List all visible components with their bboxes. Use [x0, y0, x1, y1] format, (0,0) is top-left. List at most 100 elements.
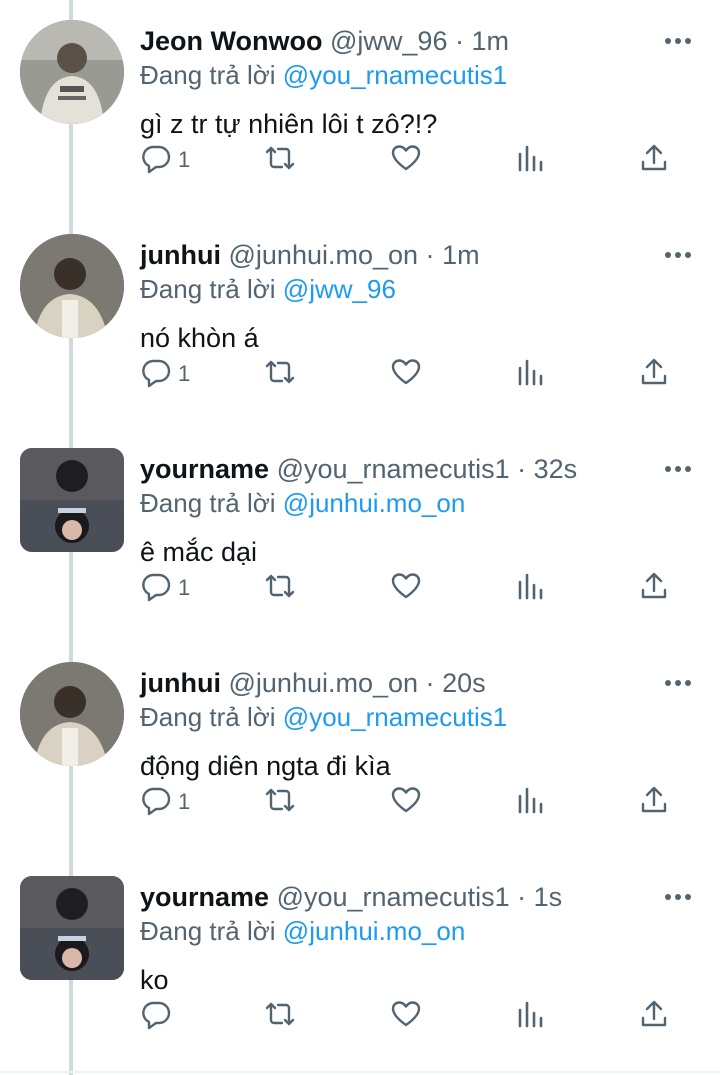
stats-bars-icon	[515, 570, 547, 607]
retweet-button[interactable]	[264, 354, 296, 394]
timestamp[interactable]: 32s	[534, 454, 578, 484]
avatar[interactable]	[20, 876, 124, 980]
retweet-button[interactable]	[264, 568, 296, 608]
user-handle[interactable]: @jww_96	[330, 26, 447, 56]
share-icon	[638, 570, 670, 607]
more-dots-icon[interactable]	[662, 248, 694, 260]
reply-bubble-icon	[140, 570, 172, 607]
like-button[interactable]	[390, 568, 422, 608]
separator-dot: ·	[425, 668, 435, 698]
separator-dot: ·	[425, 240, 435, 270]
retweet-icon	[264, 570, 296, 607]
replying-to-handle[interactable]: @you_rnamecutis1	[283, 60, 507, 90]
reply-button[interactable]: 1	[140, 354, 190, 394]
display-name[interactable]: yourname	[140, 882, 269, 912]
avatar[interactable]	[20, 448, 124, 552]
tweet-actions: 1	[140, 140, 700, 180]
tweet-text: nó khòn á	[140, 323, 259, 353]
heart-icon	[390, 998, 422, 1035]
replying-to-handle[interactable]: @you_rnamecutis1	[283, 702, 507, 732]
reply-count: 1	[178, 575, 191, 600]
reply-count: 1	[178, 789, 191, 814]
tweet-actions: 1	[140, 568, 700, 608]
reply-count: 1	[178, 361, 191, 386]
share-button[interactable]	[638, 996, 670, 1036]
display-name[interactable]: yourname	[140, 454, 269, 484]
replying-to: Đang trả lời @junhui.mo_on	[140, 914, 465, 948]
share-button[interactable]	[638, 140, 670, 180]
stats-bars-icon	[515, 998, 547, 1035]
avatar[interactable]	[20, 234, 124, 338]
separator-dot: ·	[454, 26, 464, 56]
share-icon	[638, 998, 670, 1035]
display-name[interactable]: junhui	[140, 240, 221, 270]
tweet[interactable]: yourname @you_rnamecutis1 · 32s Đang trả…	[0, 428, 720, 642]
timestamp[interactable]: 20s	[442, 668, 486, 698]
share-icon	[638, 784, 670, 821]
heart-icon	[390, 142, 422, 179]
replying-to-handle[interactable]: @junhui.mo_on	[283, 916, 466, 946]
avatar[interactable]	[20, 662, 124, 766]
tweet[interactable]: yourname @you_rnamecutis1 · 1s Đang trả …	[0, 856, 720, 1070]
heart-icon	[390, 784, 422, 821]
retweet-icon	[264, 998, 296, 1035]
replying-to: Đang trả lời @jww_96	[140, 272, 396, 306]
share-button[interactable]	[638, 782, 670, 822]
more-dots-icon[interactable]	[662, 890, 694, 902]
tweet[interactable]: junhui @junhui.mo_on · 20s Đang trả lời …	[0, 642, 720, 856]
like-button[interactable]	[390, 354, 422, 394]
retweet-button[interactable]	[264, 782, 296, 822]
replying-to: Đang trả lời @you_rnamecutis1	[140, 58, 507, 92]
separator-dot: ·	[517, 454, 527, 484]
retweet-button[interactable]	[264, 140, 296, 180]
more-dots-icon[interactable]	[662, 676, 694, 688]
tweet-text: ê mắc dại	[140, 537, 258, 567]
tweet-actions	[140, 996, 700, 1036]
stats-button[interactable]	[515, 354, 547, 394]
tweet-text: động diên ngta đi kìa	[140, 751, 391, 781]
heart-icon	[390, 570, 422, 607]
retweet-icon	[264, 142, 296, 179]
reply-count: 1	[178, 147, 191, 172]
stats-button[interactable]	[515, 996, 547, 1036]
retweet-button[interactable]	[264, 996, 296, 1036]
stats-bars-icon	[515, 356, 547, 393]
replying-to-label: Đang trả lời	[140, 702, 276, 732]
replying-to-handle[interactable]: @junhui.mo_on	[283, 488, 466, 518]
reply-button[interactable]: 1	[140, 782, 190, 822]
avatar[interactable]	[20, 20, 124, 124]
tweet-actions: 1	[140, 782, 700, 822]
like-button[interactable]	[390, 996, 422, 1036]
retweet-icon	[264, 784, 296, 821]
reply-button[interactable]	[140, 996, 178, 1036]
tweet[interactable]: junhui @junhui.mo_on · 1m Đang trả lời @…	[0, 214, 720, 428]
like-button[interactable]	[390, 782, 422, 822]
stats-button[interactable]	[515, 568, 547, 608]
user-handle[interactable]: @you_rnamecutis1	[277, 882, 510, 912]
share-button[interactable]	[638, 354, 670, 394]
user-handle[interactable]: @junhui.mo_on	[229, 240, 419, 270]
stats-button[interactable]	[515, 782, 547, 822]
reply-button[interactable]: 1	[140, 140, 190, 180]
retweet-icon	[264, 356, 296, 393]
user-handle[interactable]: @junhui.mo_on	[229, 668, 419, 698]
replying-to-label: Đang trả lời	[140, 274, 276, 304]
display-name[interactable]: junhui	[140, 668, 221, 698]
reply-button[interactable]: 1	[140, 568, 190, 608]
reply-bubble-icon	[140, 784, 172, 821]
timestamp[interactable]: 1s	[534, 882, 563, 912]
user-handle[interactable]: @you_rnamecutis1	[277, 454, 510, 484]
tweet-header: junhui @junhui.mo_on · 20s	[140, 666, 486, 700]
timestamp[interactable]: 1m	[472, 26, 510, 56]
more-dots-icon[interactable]	[662, 462, 694, 474]
share-button[interactable]	[638, 568, 670, 608]
tweet[interactable]: Jeon Wonwoo @jww_96 · 1m Đang trả lời @y…	[0, 0, 720, 214]
stats-button[interactable]	[515, 140, 547, 180]
timestamp[interactable]: 1m	[442, 240, 480, 270]
like-button[interactable]	[390, 140, 422, 180]
replying-to-label: Đang trả lời	[140, 488, 276, 518]
more-dots-icon[interactable]	[662, 34, 694, 46]
replying-to-handle[interactable]: @jww_96	[283, 274, 396, 304]
tweet-header: Jeon Wonwoo @jww_96 · 1m	[140, 24, 509, 58]
display-name[interactable]: Jeon Wonwoo	[140, 26, 323, 56]
